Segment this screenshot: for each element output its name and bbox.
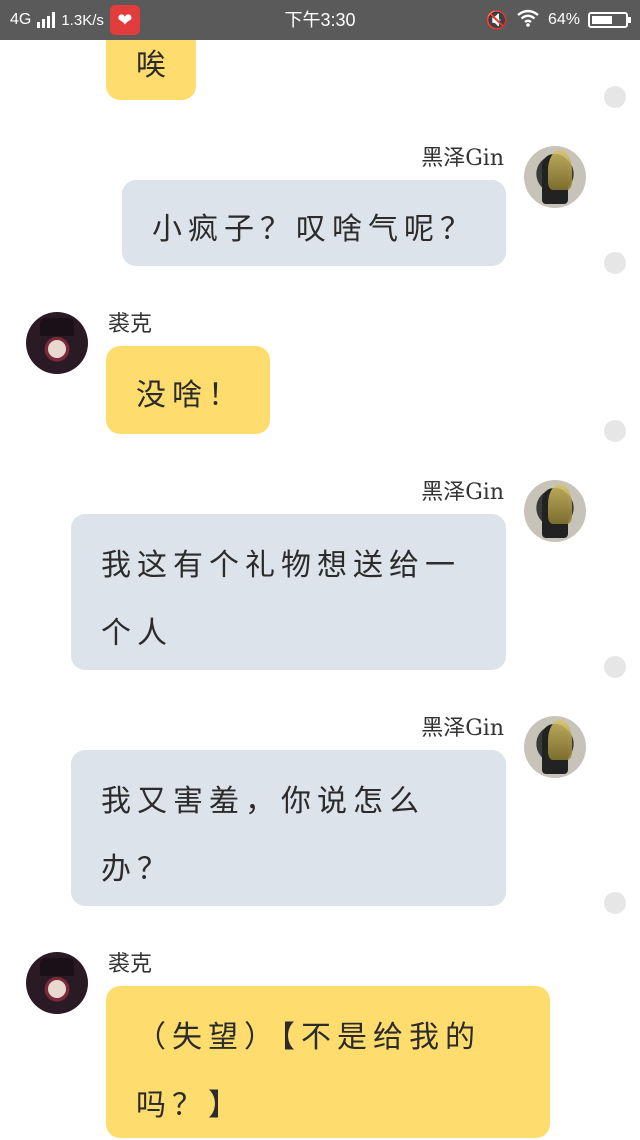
select-dot[interactable] bbox=[604, 892, 626, 914]
message-text: 小疯子？叹啥气呢？ bbox=[152, 212, 476, 247]
sender-name: 裘克 bbox=[108, 312, 153, 337]
sender-name: 裘克 bbox=[108, 952, 153, 977]
select-dot[interactable] bbox=[604, 252, 626, 274]
message-text: 唉 bbox=[136, 48, 172, 83]
message-text: 没啥！ bbox=[136, 378, 244, 413]
network-speed: 1.3K/s bbox=[61, 11, 104, 29]
battery-fill bbox=[592, 16, 612, 24]
chat-area[interactable]: 唉 黑泽Gin 小疯子？叹啥气呢？ 裘克 没啥！ 黑泽Gin 我这有个礼物想送给… bbox=[0, 0, 640, 1138]
sender-name: 黑泽Gin bbox=[421, 480, 504, 505]
signal-icon bbox=[37, 12, 56, 28]
select-dot[interactable] bbox=[604, 420, 626, 442]
battery-percent: 64% bbox=[547, 11, 580, 28]
message-text: 我这有个礼物想送给一个人 bbox=[101, 548, 461, 651]
sender-name: 黑泽Gin bbox=[421, 716, 504, 741]
message-bubble[interactable]: 我又害羞，你说怎么办？ bbox=[71, 750, 506, 906]
mute-icon: 🔇 bbox=[485, 9, 508, 30]
message-bubble[interactable]: 我这有个礼物想送给一个人 bbox=[71, 514, 506, 670]
network-type: 4G bbox=[10, 11, 32, 28]
avatar[interactable] bbox=[524, 480, 586, 542]
select-dot[interactable] bbox=[604, 656, 626, 678]
avatar[interactable] bbox=[524, 716, 586, 778]
sender-name: 黑泽Gin bbox=[421, 146, 504, 171]
message-text: 我又害羞，你说怎么办？ bbox=[101, 784, 425, 887]
avatar[interactable] bbox=[524, 146, 586, 208]
app-notification-icon: ❤ bbox=[109, 5, 140, 35]
status-bar: 4G 1.3K/s ❤ 下午3:30 🔇 64% bbox=[0, 0, 640, 40]
message-text: （失望）【不是给我的吗？】 bbox=[136, 1020, 481, 1123]
wifi-icon bbox=[516, 9, 540, 32]
avatar[interactable] bbox=[26, 952, 88, 1014]
message-bubble[interactable]: 没啥！ bbox=[106, 346, 270, 434]
message-bubble[interactable]: （失望）【不是给我的吗？】 bbox=[106, 986, 550, 1138]
battery-icon bbox=[588, 12, 631, 28]
message-bubble[interactable]: 小疯子？叹啥气呢？ bbox=[122, 180, 506, 266]
select-dot[interactable] bbox=[604, 86, 626, 108]
avatar[interactable] bbox=[26, 312, 88, 374]
